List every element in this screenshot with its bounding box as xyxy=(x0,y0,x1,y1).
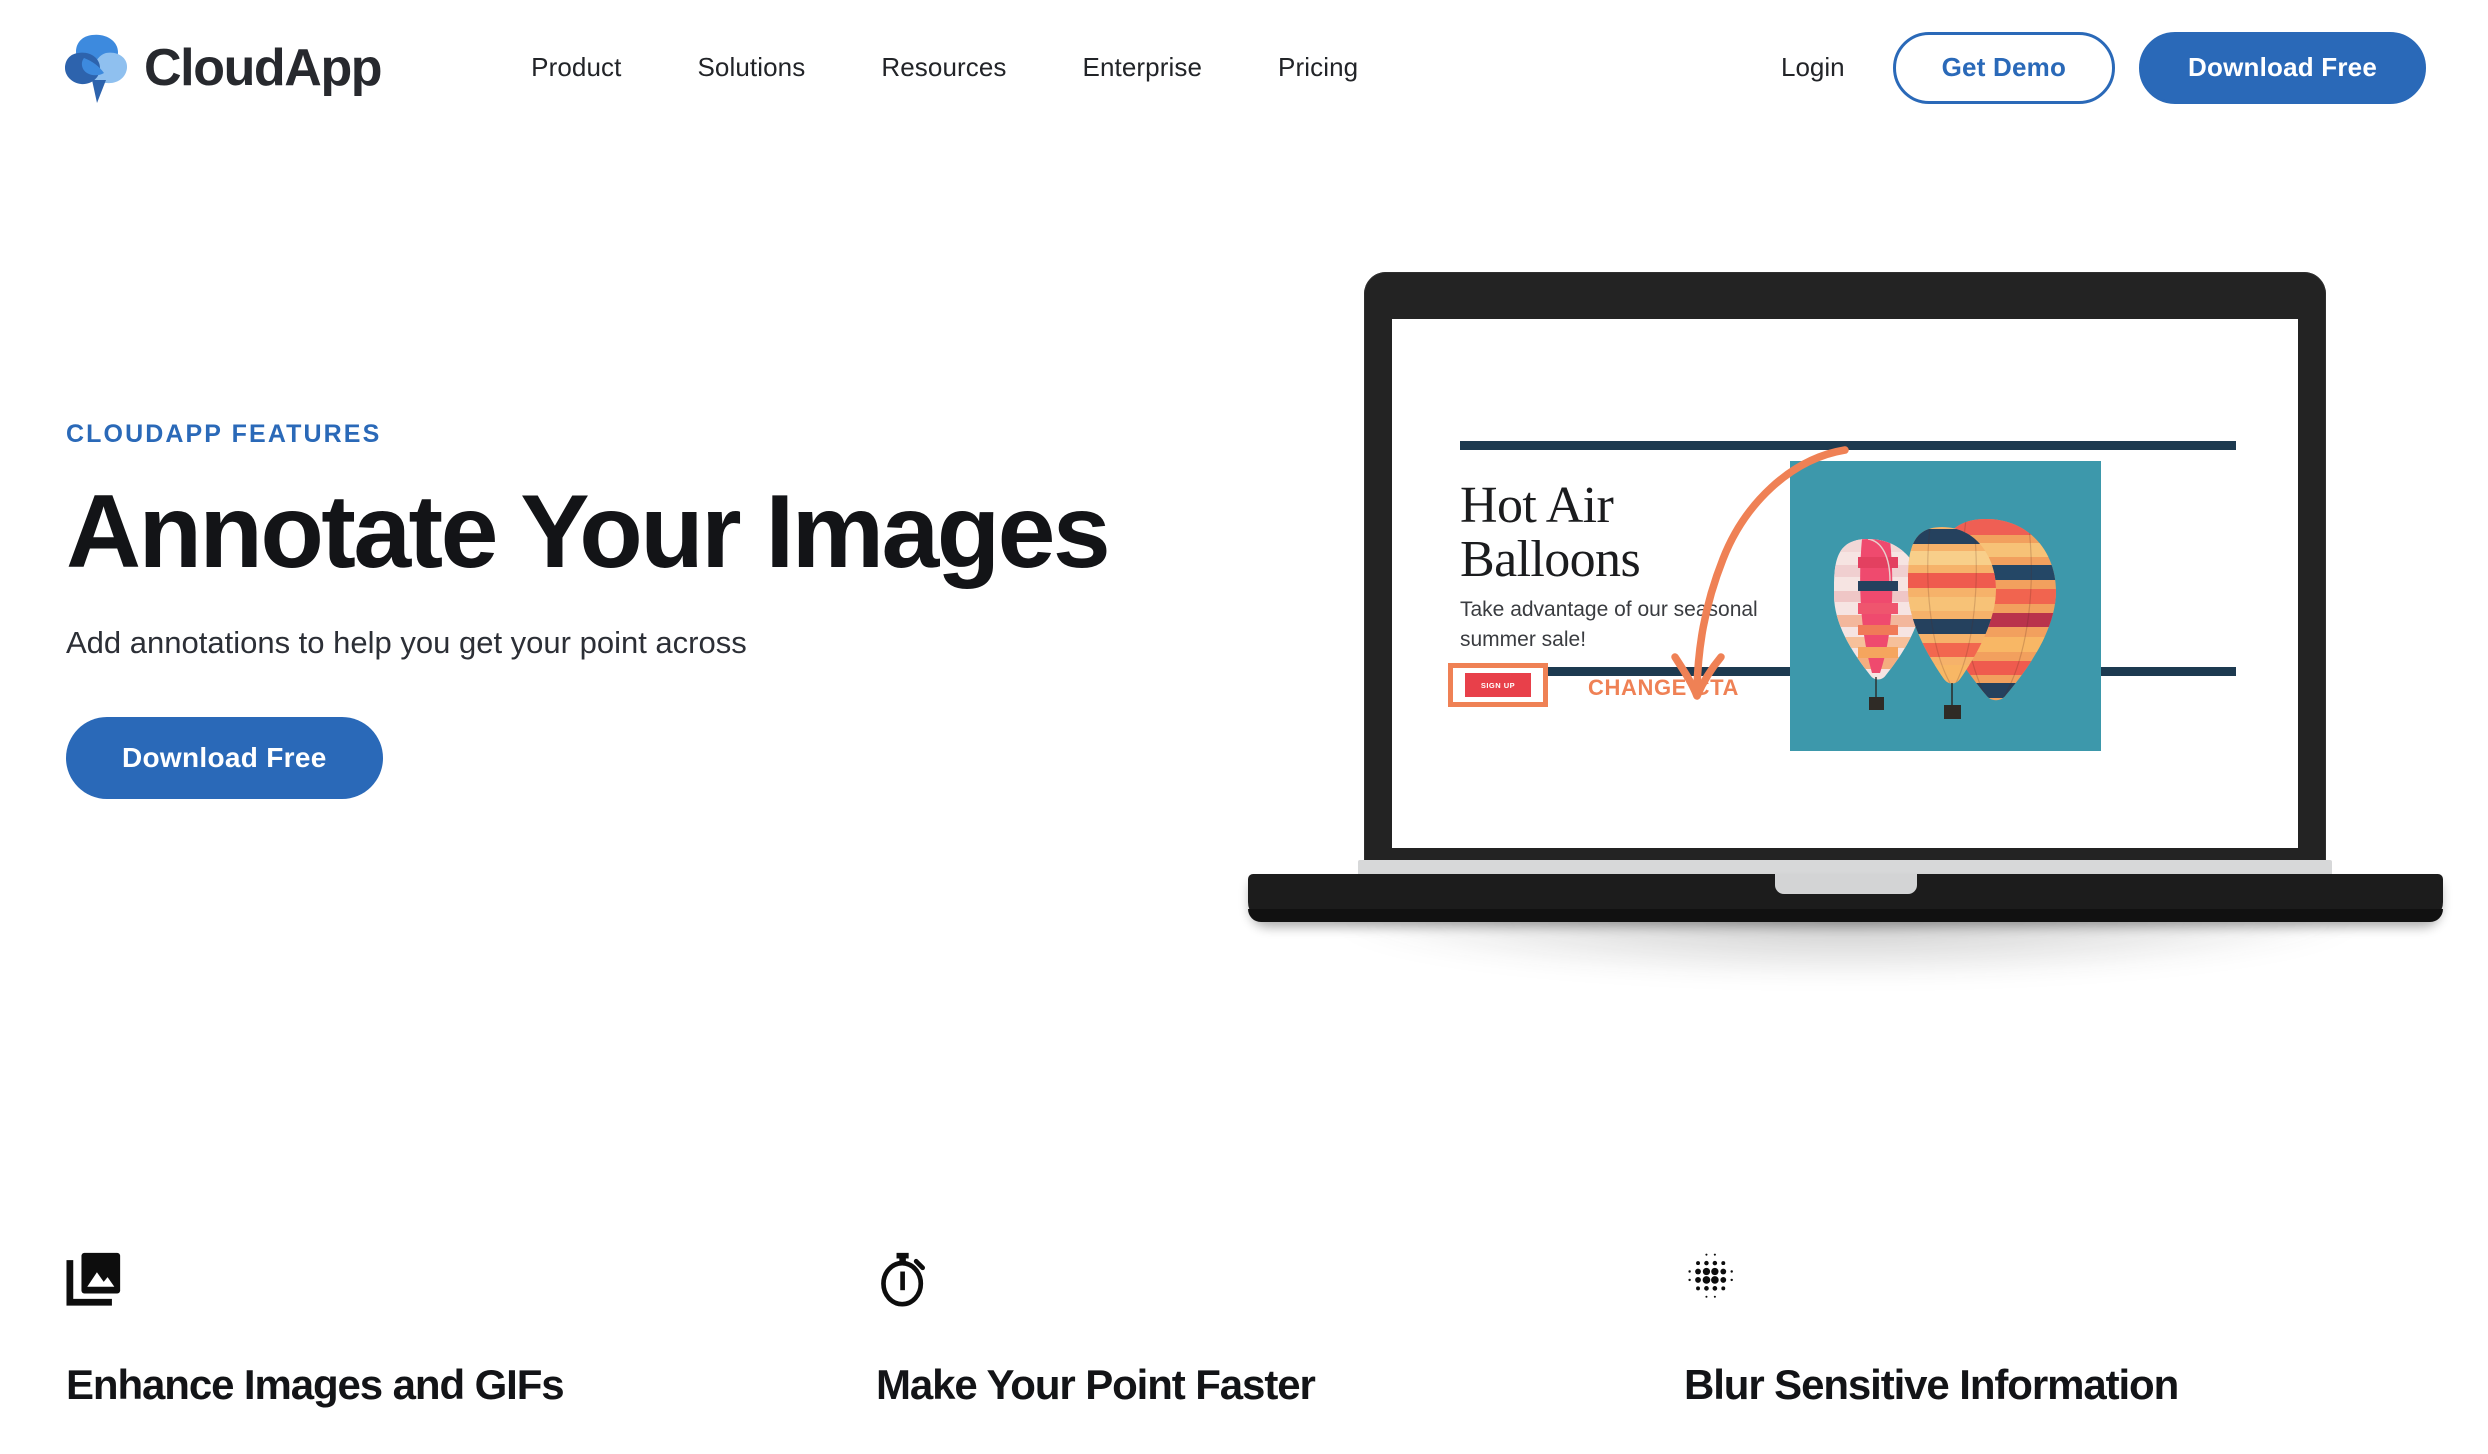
feature-title: Enhance Images and GIFs xyxy=(66,1361,565,1408)
slide-canvas: Hot Air Balloons Take advantage of our s… xyxy=(1392,319,2298,848)
laptop-mockup: Hot Air Balloons Take advantage of our s… xyxy=(1248,272,2443,980)
nav-item-pricing[interactable]: Pricing xyxy=(1240,52,1396,83)
feature-title: Make Your Point Faster xyxy=(876,1361,1316,1408)
nav-item-product[interactable]: Product xyxy=(493,52,659,83)
laptop-lid: Hot Air Balloons Take advantage of our s… xyxy=(1364,272,2326,918)
hero-content: CLOUDAPP FEATURES Annotate Your Images A… xyxy=(66,420,1266,799)
feature-point-faster: Make Your Point Faster xyxy=(820,1246,1640,1408)
hero-subtitle: Add annotations to help you get your poi… xyxy=(66,625,747,661)
change-cta-annotation-text: CHANGE CTA xyxy=(1588,675,1740,700)
site-header: CloudApp Product Solutions Resources Ent… xyxy=(0,0,2488,135)
hot-air-balloons-photo xyxy=(1790,461,2101,751)
feature-blur-info: Blur Sensitive Information xyxy=(1640,1246,2460,1408)
blur-dots-icon xyxy=(1684,1246,2460,1308)
get-demo-button[interactable]: Get Demo xyxy=(1892,31,2116,104)
laptop-screen: Hot Air Balloons Take advantage of our s… xyxy=(1392,319,2298,848)
feature-enhance-images: Enhance Images and GIFs xyxy=(0,1246,820,1408)
photo-library-icon xyxy=(66,1246,820,1308)
stopwatch-icon xyxy=(876,1246,1640,1308)
login-link[interactable]: Login xyxy=(1781,52,1845,83)
nav-item-solutions[interactable]: Solutions xyxy=(659,52,843,83)
slide-top-rule xyxy=(1460,441,2236,450)
hero-eyebrow: CLOUDAPP FEATURES xyxy=(66,420,382,448)
nav-item-enterprise[interactable]: Enterprise xyxy=(1045,52,1241,83)
feature-title: Blur Sensitive Information xyxy=(1684,1361,2179,1408)
download-free-button-hero[interactable]: Download Free xyxy=(66,716,383,799)
logo-text: CloudApp xyxy=(144,38,383,97)
sign-up-button[interactable]: SIGN UP xyxy=(1465,673,1531,697)
main-nav: Product Solutions Resources Enterprise P… xyxy=(493,52,1396,83)
features-row: Enhance Images and GIFs Make Your Point … xyxy=(0,1246,2488,1408)
slide-body-text: Take advantage of our seasonal summer sa… xyxy=(1460,598,1758,651)
download-free-button-header[interactable]: Download Free xyxy=(2139,31,2426,104)
laptop-trackpad-notch xyxy=(1774,874,1917,894)
page-title: Annotate Your Images xyxy=(66,474,1111,590)
slide-heading: Hot Air Balloons xyxy=(1460,477,1641,589)
header-actions: Login Get Demo Download Free xyxy=(1781,31,2426,104)
annotation-rectangle: SIGN UP xyxy=(1448,663,1548,707)
nav-item-resources[interactable]: Resources xyxy=(843,52,1044,83)
landing-page: CloudApp Product Solutions Resources Ent… xyxy=(0,0,2488,1454)
cloudapp-logo-icon xyxy=(62,31,130,105)
logo[interactable]: CloudApp xyxy=(62,31,383,105)
